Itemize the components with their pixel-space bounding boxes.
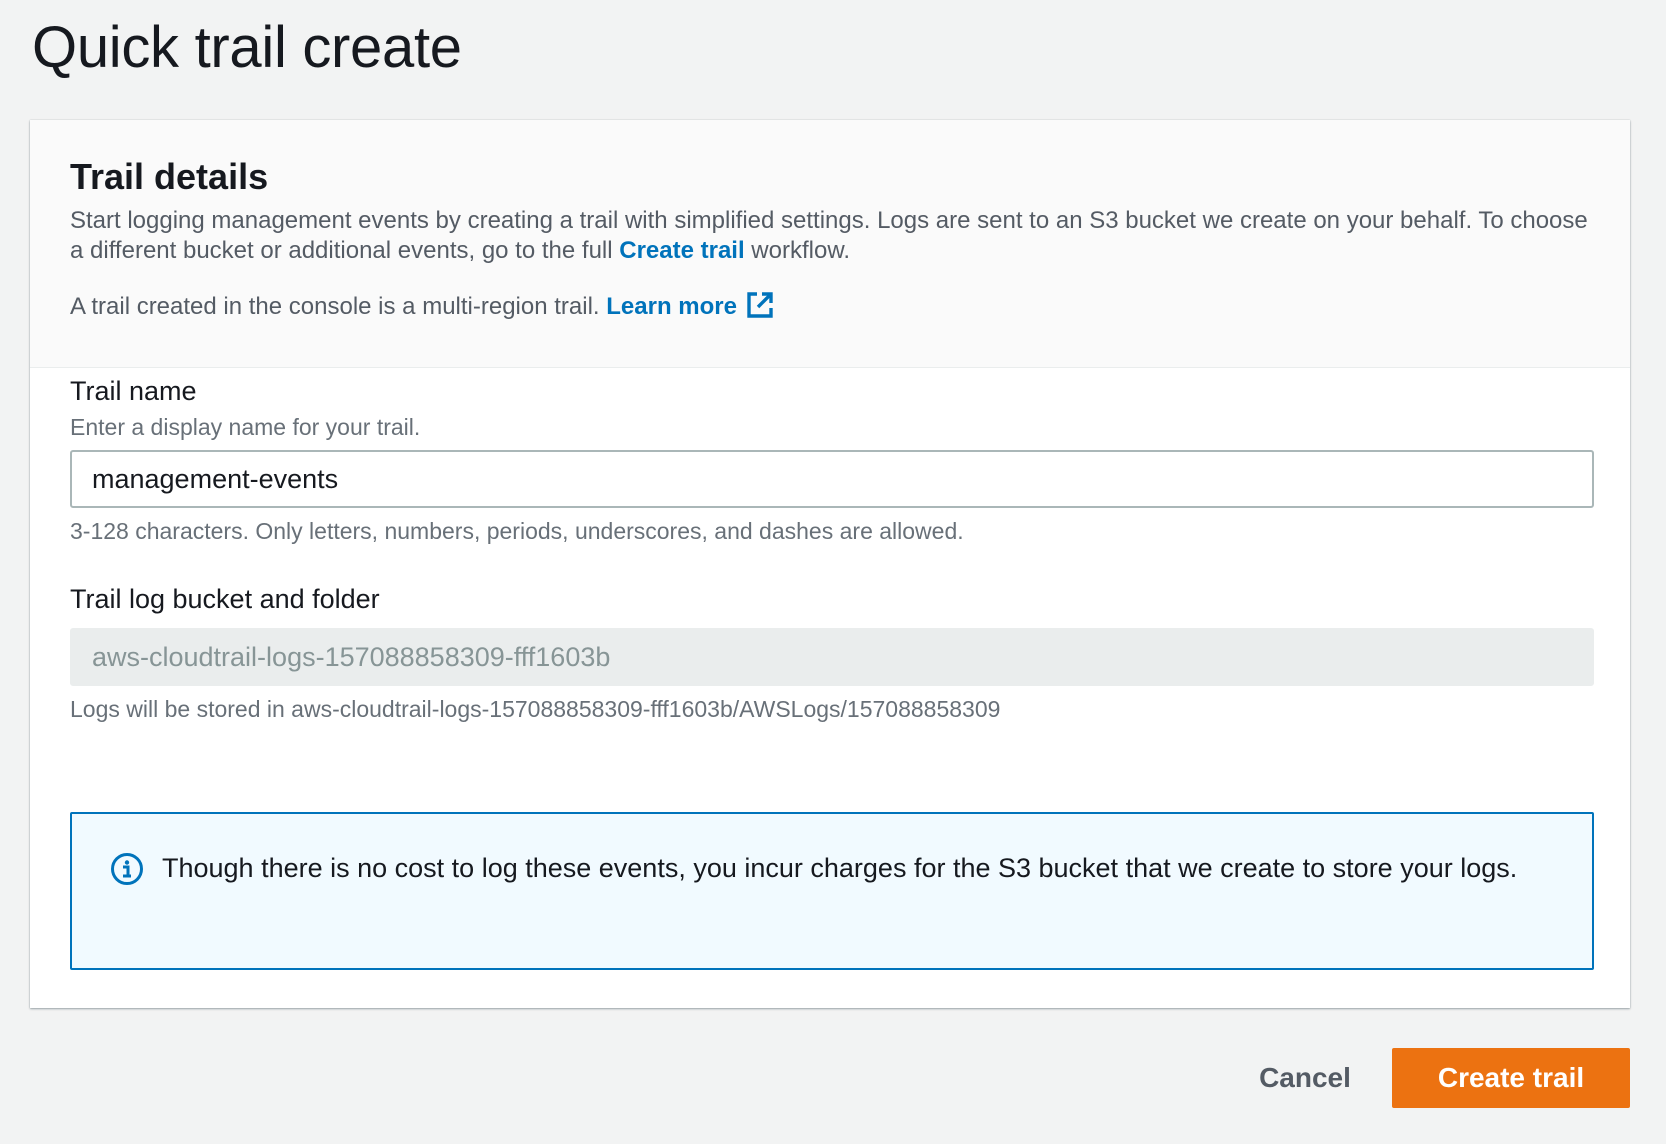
info-alert-text: Though there is no cost to log these eve… [162, 853, 1518, 883]
bucket-label: Trail log bucket and folder [70, 584, 380, 614]
trail-details-description: Start logging management events by creat… [70, 206, 1590, 266]
learn-more-label: Learn more [606, 293, 737, 320]
create-trail-button[interactable]: Create trail [1392, 1048, 1630, 1108]
section-title: Trail details [70, 156, 269, 197]
bucket-input [70, 628, 1594, 686]
bucket-hint: Logs will be stored in aws-cloudtrail-lo… [70, 696, 1001, 722]
panel-header: Trail details Start logging management e… [30, 120, 1630, 368]
trail-details-panel: Trail details Start logging management e… [30, 120, 1630, 1008]
cancel-button[interactable]: Cancel [1240, 1048, 1370, 1108]
trail-name-label: Trail name [70, 376, 197, 406]
trail-name-input[interactable] [70, 450, 1594, 508]
multi-region-note: A trail created in the console is a mult… [70, 290, 775, 322]
learn-more-link[interactable]: Learn more [606, 292, 775, 320]
create-trail-link[interactable]: Create trail [619, 237, 744, 264]
multi-region-text: A trail created in the console is a mult… [70, 293, 607, 320]
info-icon [111, 853, 143, 885]
trail-name-description: Enter a display name for your trail. [70, 414, 421, 440]
external-link-icon [747, 292, 773, 318]
trail-name-constraint: 3-128 characters. Only letters, numbers,… [70, 518, 964, 544]
info-alert: Though there is no cost to log these eve… [70, 812, 1594, 970]
page-title: Quick trail create [32, 15, 462, 80]
description-text-end: workflow. [744, 237, 851, 264]
